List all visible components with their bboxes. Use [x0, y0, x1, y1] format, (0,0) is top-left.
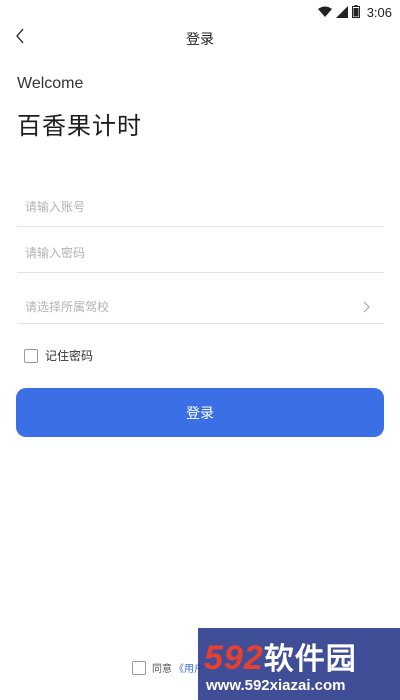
welcome-text: Welcome	[17, 75, 84, 92]
remember-checkbox[interactable]	[24, 348, 38, 363]
account-input[interactable]	[17, 187, 384, 226]
wifi-icon	[317, 3, 332, 22]
signal-icon	[335, 3, 348, 22]
password-field	[17, 233, 384, 273]
page-title: 登录	[186, 32, 214, 48]
login-button[interactable]: 登录	[16, 388, 384, 437]
status-time: 3:06	[366, 5, 392, 20]
account-field	[17, 187, 384, 227]
watermark-logo: 592软件园	[204, 634, 357, 678]
school-select[interactable]: 请选择所属驾校	[17, 284, 384, 324]
status-icons: 3:06	[317, 3, 392, 22]
school-placeholder: 请选择所属驾校	[25, 300, 110, 314]
watermark-text: 软件园	[263, 643, 357, 676]
agreement-checkbox[interactable]	[132, 660, 146, 675]
agreement-prefix: 同意	[152, 664, 172, 675]
agreement-row: 同意 《用户	[132, 660, 204, 675]
remember-label: 记住密码	[45, 349, 94, 363]
watermark-url: www.592xiazai.com	[206, 677, 346, 694]
nav-bar: 登录	[0, 22, 400, 56]
watermark-number: 592	[204, 639, 264, 677]
status-bar: 3:06	[0, 0, 400, 22]
password-input[interactable]	[17, 233, 384, 272]
app-name: 百香果计时	[17, 112, 142, 140]
battery-icon	[351, 3, 360, 22]
chevron-right-icon	[363, 298, 370, 317]
remember-password[interactable]: 记住密码	[24, 347, 93, 364]
watermark: 592软件园 www.592xiazai.com	[198, 628, 400, 700]
